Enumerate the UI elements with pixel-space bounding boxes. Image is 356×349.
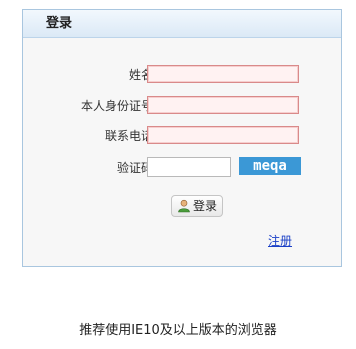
login-button[interactable]: 登录 (171, 195, 223, 217)
phone-input[interactable] (147, 126, 299, 144)
user-icon (177, 199, 191, 213)
browser-recommendation: 推荐使用IE10及以上版本的浏览器 (79, 323, 277, 338)
id-row: 本人身份证号: (23, 96, 341, 116)
register-link[interactable]: 注册 (268, 232, 292, 249)
panel-title: 登录 (23, 10, 341, 38)
captcha-row: 验证码: meqa (23, 157, 341, 178)
login-panel: 登录 姓名: 本人身份证号: 联系电话: 验证码: meqa 登录 注册 (22, 9, 342, 267)
captcha-image[interactable]: meqa (239, 157, 301, 175)
name-input[interactable] (147, 65, 299, 83)
id-number-input[interactable] (147, 96, 299, 114)
phone-row: 联系电话: (23, 126, 341, 146)
name-row: 姓名: (23, 65, 341, 85)
id-label: 本人身份证号: (80, 99, 157, 113)
login-button-label: 登录 (192, 199, 217, 213)
captcha-input[interactable] (147, 157, 231, 177)
